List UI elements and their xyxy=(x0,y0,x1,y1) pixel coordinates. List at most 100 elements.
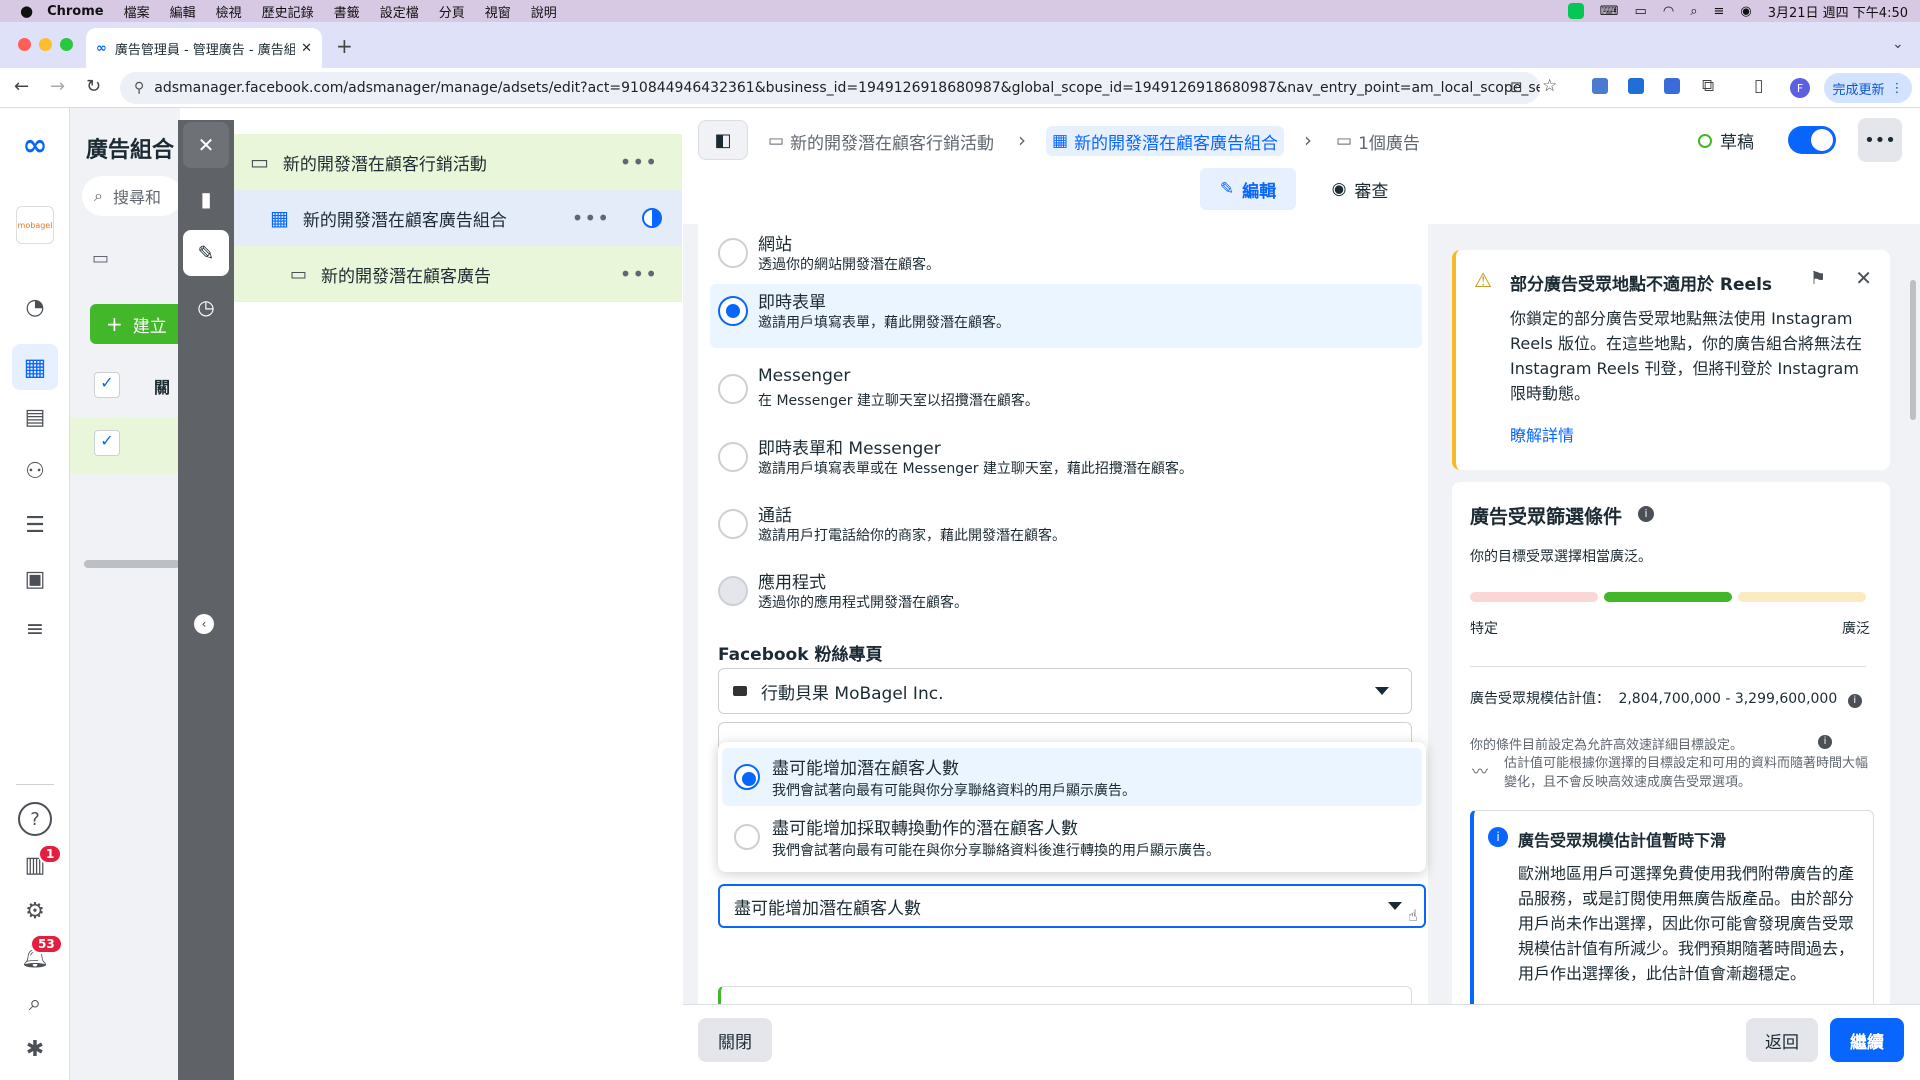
forward-icon[interactable]: → xyxy=(50,76,65,97)
more-options-button[interactable]: ••• xyxy=(1858,118,1902,162)
site-info-icon[interactable]: ⚲ xyxy=(134,80,144,96)
goal-option-conversion-leads[interactable]: 盡可能增加採取轉換動作的潛在顧客人數 我們會試著向最有可能在與你分享聯絡資料後進… xyxy=(722,808,1422,866)
info-icon[interactable]: i xyxy=(1847,694,1862,708)
menu-view[interactable]: 檢視 xyxy=(216,2,242,21)
form-messenger-radio[interactable] xyxy=(718,442,748,472)
account-avatar[interactable]: mobagel xyxy=(16,206,54,244)
reload-icon[interactable]: ↻ xyxy=(86,76,101,97)
calls-radio[interactable] xyxy=(718,509,748,539)
bookmark-star-icon[interactable]: ☆ xyxy=(1542,76,1557,96)
settings-gear-icon[interactable]: ⚙ xyxy=(20,896,50,926)
maximize-window-button[interactable] xyxy=(60,38,73,51)
adset-status-icon[interactable] xyxy=(642,208,662,228)
edit-mode-button[interactable]: ✎ 編輯 xyxy=(1200,168,1296,210)
messenger-radio[interactable] xyxy=(718,374,748,404)
menu-profiles[interactable]: 設定檔 xyxy=(380,2,419,21)
help-icon[interactable]: ? xyxy=(18,802,52,836)
conversion-leads-radio[interactable] xyxy=(734,824,760,850)
option-form-and-messenger[interactable]: 即時表單和 Messenger 邀請用戶填寫表單或在 Messenger 建立聊… xyxy=(710,430,1422,494)
option-calls[interactable]: 通話 邀請用戶打電話給你的商家，藉此開發潛在顧客。 xyxy=(710,497,1422,561)
media-library-icon[interactable]: ▣ xyxy=(20,564,50,594)
close-icon[interactable]: ✕ xyxy=(1855,266,1872,290)
info-icon[interactable]: i xyxy=(1638,506,1654,522)
tab-search-icon[interactable]: ⌄ xyxy=(1892,36,1904,52)
collapse-arrow-icon[interactable]: ‹ xyxy=(194,614,214,634)
vertical-scrollbar[interactable] xyxy=(1910,280,1916,420)
breadcrumb-campaign[interactable]: ▭ 新的開發潛在顧客行銷活動 xyxy=(762,126,1000,156)
minimize-window-button[interactable] xyxy=(39,38,52,51)
close-button[interactable]: 關閉 xyxy=(698,1018,772,1062)
folder-tab-icon[interactable]: ▭ xyxy=(92,248,109,269)
audiences-icon[interactable]: ⚇ xyxy=(20,456,50,486)
horizontal-scrollbar[interactable] xyxy=(84,560,180,568)
billing-icon[interactable]: ☰ xyxy=(20,510,50,540)
learn-more-link[interactable]: 瞭解詳情 xyxy=(1510,422,1574,446)
extensions-puzzle-icon[interactable]: ⧉ xyxy=(1702,76,1714,96)
all-tools-icon[interactable]: ≡ xyxy=(20,614,50,644)
close-editor-icon[interactable]: ✕ xyxy=(183,122,229,168)
review-mode-button[interactable]: ◉ 審查 xyxy=(1310,168,1410,210)
spotlight-icon[interactable]: ⌕ xyxy=(1690,4,1697,19)
menu-window[interactable]: 視窗 xyxy=(485,2,511,21)
bug-report-icon[interactable]: ✱ xyxy=(20,1034,50,1064)
control-center-icon[interactable]: ≡ xyxy=(1713,4,1724,19)
create-button[interactable]: + 建立 xyxy=(90,304,190,344)
menu-edit[interactable]: 編輯 xyxy=(170,2,196,21)
line-icon[interactable] xyxy=(1567,3,1584,19)
profile-avatar[interactable]: F xyxy=(1790,78,1810,98)
back-button[interactable]: 返回 xyxy=(1746,1018,1818,1062)
back-icon[interactable]: ← xyxy=(14,76,29,97)
extension-3-icon[interactable] xyxy=(1664,78,1680,94)
dashboard-icon[interactable]: ◔ xyxy=(20,292,50,322)
charts-icon[interactable]: ▮ xyxy=(183,176,229,222)
menu-bookmarks[interactable]: 書籤 xyxy=(334,2,360,21)
battery-icon[interactable]: ▭ xyxy=(1635,4,1647,19)
edit-pencil-icon[interactable]: ✎ xyxy=(183,230,229,276)
menu-chrome[interactable]: Chrome xyxy=(47,4,104,19)
background-search[interactable]: ⌕ 搜尋和 xyxy=(82,176,182,216)
close-window-button[interactable] xyxy=(18,38,31,51)
facebook-page-select[interactable]: 行動貝果 MoBagel Inc. xyxy=(718,668,1412,714)
menu-history[interactable]: 歷史記錄 xyxy=(262,2,314,21)
option-instant-form[interactable]: 即時表單 邀請用戶填寫表單，藉此開發潛在顧客。 xyxy=(710,284,1422,348)
website-radio[interactable] xyxy=(718,238,748,268)
ads-manager-icon[interactable]: ▦ xyxy=(12,344,58,390)
option-messenger[interactable]: Messenger 在 Messenger 建立聊天室以招攬潛在顧客。 xyxy=(710,362,1422,426)
instant-form-radio[interactable] xyxy=(718,296,748,326)
menu-help[interactable]: 說明 xyxy=(531,2,557,21)
meta-logo-icon[interactable]: ∞ xyxy=(20,128,50,163)
tree-item-campaign[interactable]: ▭ 新的開發潛在顧客行銷活動 ••• xyxy=(234,134,682,190)
side-panel-icon[interactable]: ▯ xyxy=(1754,76,1763,96)
pages-icon[interactable]: ▤ xyxy=(20,402,50,432)
table-row[interactable] xyxy=(70,418,180,474)
address-bar[interactable]: ⚲ adsmanager.facebook.com/adsmanager/man… xyxy=(120,72,1540,104)
menu-tab[interactable]: 分頁 xyxy=(439,2,465,21)
browser-tab[interactable]: ∞ 廣告管理員 - 管理廣告 - 廣告組 ✕ xyxy=(86,28,322,68)
close-tab-icon[interactable]: ✕ xyxy=(301,41,312,56)
max-leads-radio[interactable] xyxy=(734,764,760,790)
install-icon[interactable]: ⊡ xyxy=(1510,78,1523,96)
campaign-more-icon[interactable]: ••• xyxy=(620,150,658,174)
goal-option-max-leads[interactable]: 盡可能增加潛在顧客人數 我們會試著向最有可能與你分享聯絡資料的用戶顯示廣告。 xyxy=(722,748,1422,806)
new-tab-icon[interactable]: + xyxy=(336,34,353,58)
update-chrome-button[interactable]: 完成更新 ⋮ xyxy=(1824,73,1912,103)
table-header-checkbox[interactable]: ✓ xyxy=(94,372,120,398)
continue-button[interactable]: 繼續 xyxy=(1830,1018,1904,1062)
extension-1-icon[interactable] xyxy=(1592,78,1608,94)
goal-select[interactable]: 盡可能增加潛在顧客人數 xyxy=(718,884,1426,928)
tree-item-adset[interactable]: ▦ 新的開發潛在顧客廣告組合 ••• xyxy=(234,190,682,246)
adset-more-icon[interactable]: ••• xyxy=(572,206,610,230)
apple-icon[interactable]: ● xyxy=(20,2,33,20)
option-website[interactable]: 網站 透過你的網站開發潛在顧客。 xyxy=(710,226,1422,290)
breadcrumb-adset[interactable]: ▦ 新的開發潛在顧客廣告組合 xyxy=(1046,126,1285,156)
ad-more-icon[interactable]: ••• xyxy=(620,262,658,286)
menu-file[interactable]: 檔案 xyxy=(124,2,150,21)
wifi-icon[interactable]: ◠ xyxy=(1663,4,1674,19)
search-icon[interactable]: ⌕ xyxy=(20,988,50,1018)
feedback-icon[interactable]: ⚑ xyxy=(1810,268,1826,289)
row-checkbox[interactable]: ✓ xyxy=(94,430,120,456)
info-icon[interactable]: i xyxy=(1818,735,1832,749)
breadcrumb-ads[interactable]: ▭ 1個廣告 xyxy=(1330,126,1426,156)
extension-2-icon[interactable] xyxy=(1628,78,1644,94)
input-method-icon[interactable]: ⌨ xyxy=(1600,4,1619,19)
